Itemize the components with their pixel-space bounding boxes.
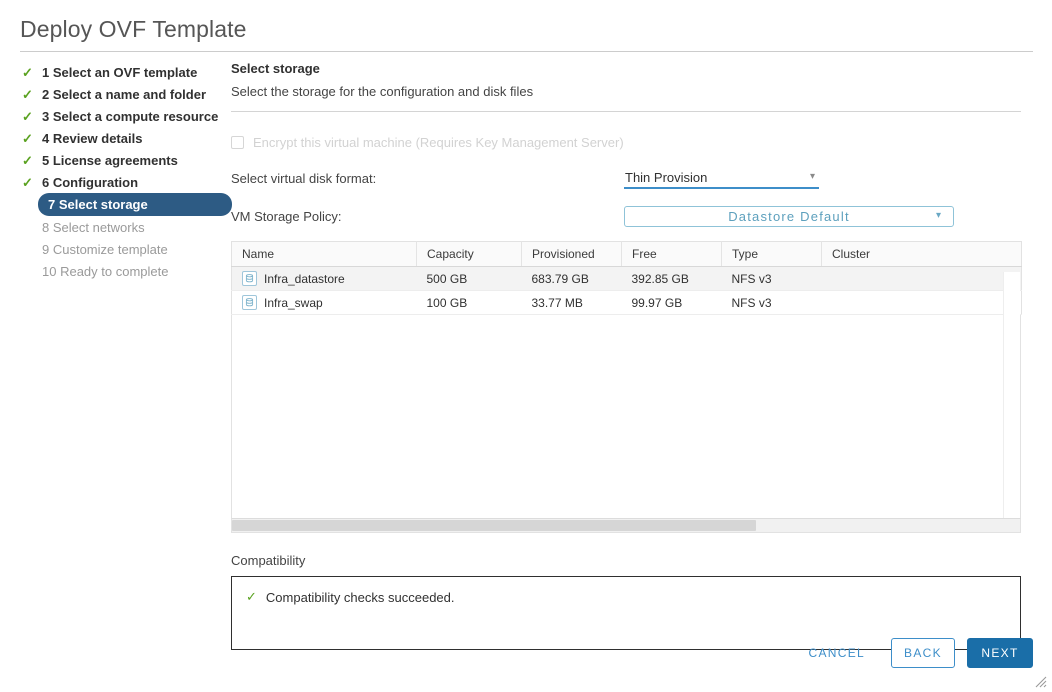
cell-type: NFS v3 bbox=[721, 266, 822, 291]
storage-policy-row: VM Storage Policy: Datastore Default ▾ bbox=[231, 205, 1033, 227]
chevron-down-icon: ▾ bbox=[809, 171, 815, 182]
column-header-provisioned[interactable]: Provisioned bbox=[521, 241, 622, 267]
sidebar-item-select-name-folder[interactable]: ✓ 2 Select a name and folder bbox=[20, 83, 220, 105]
table-horizontal-scrollbar[interactable] bbox=[231, 518, 1021, 533]
cell-free: 392.85 GB bbox=[621, 266, 722, 291]
disk-format-value: Thin Provision bbox=[625, 169, 708, 185]
pane-title: Select storage bbox=[231, 61, 320, 76]
table-empty-area bbox=[231, 315, 1021, 518]
disk-format-select[interactable]: Thin Provision ▾ bbox=[624, 168, 819, 189]
storage-policy-select[interactable]: Datastore Default ▾ bbox=[624, 205, 954, 227]
cell-cluster bbox=[821, 290, 1022, 315]
sidebar-item-configuration[interactable]: ✓ 6 Configuration bbox=[20, 171, 220, 193]
main-content: Select storage Select the storage for th… bbox=[231, 61, 1033, 650]
resize-grip-icon[interactable] bbox=[1033, 674, 1047, 688]
cell-name: Infra_datastore bbox=[231, 266, 417, 291]
check-icon: ✓ bbox=[22, 174, 33, 190]
column-header-free[interactable]: Free bbox=[621, 241, 722, 267]
encrypt-vm-label: Encrypt this virtual machine (Requires K… bbox=[253, 134, 624, 150]
datastore-name: Infra_swap bbox=[264, 295, 323, 310]
compatibility-message: Compatibility checks succeeded. bbox=[265, 589, 455, 605]
pane-divider bbox=[231, 111, 1021, 112]
column-header-capacity[interactable]: Capacity bbox=[416, 241, 522, 267]
check-icon: ✓ bbox=[22, 108, 33, 124]
sidebar-item-customize-template[interactable]: 9 Customize template bbox=[20, 238, 220, 260]
cell-cluster bbox=[821, 266, 1022, 291]
sidebar-item-license-agreements[interactable]: ✓ 5 License agreements bbox=[20, 149, 220, 171]
encrypt-vm-row[interactable]: Encrypt this virtual machine (Requires K… bbox=[231, 133, 1033, 151]
table-row[interactable]: Infra_swap 100 GB 33.77 MB 99.97 GB NFS … bbox=[231, 290, 1022, 315]
sidebar-item-select-compute-resource[interactable]: ✓ 3 Select a compute resource bbox=[20, 105, 220, 127]
disk-format-label: Select virtual disk format: bbox=[231, 170, 377, 186]
cell-free: 99.97 GB bbox=[621, 290, 722, 315]
datastore-table: Name Capacity Provisioned Free Type Clus… bbox=[231, 241, 1022, 315]
table-header-row: Name Capacity Provisioned Free Type Clus… bbox=[231, 241, 1022, 267]
chevron-down-icon: ▾ bbox=[935, 209, 941, 221]
sidebar-item-select-networks[interactable]: 8 Select networks bbox=[20, 216, 220, 238]
cell-capacity: 500 GB bbox=[416, 266, 522, 291]
sidebar-item-review-details[interactable]: ✓ 4 Review details bbox=[20, 127, 220, 149]
cell-type: NFS v3 bbox=[721, 290, 822, 315]
pane-subtitle: Select the storage for the configuration… bbox=[231, 84, 534, 99]
check-icon: ✓ bbox=[22, 86, 33, 102]
check-icon: ✓ bbox=[22, 152, 33, 168]
cell-provisioned: 33.77 MB bbox=[521, 290, 622, 315]
datastore-name: Infra_datastore bbox=[264, 271, 345, 286]
sidebar-item-select-storage[interactable]: 7 Select storage bbox=[38, 193, 232, 216]
step-label: 6 Configuration bbox=[42, 174, 139, 190]
datastore-icon bbox=[242, 271, 257, 286]
step-label: 5 License agreements bbox=[42, 152, 178, 168]
encrypt-vm-checkbox[interactable] bbox=[231, 135, 244, 149]
datastore-table-wrapper: Name Capacity Provisioned Free Type Clus… bbox=[231, 241, 1022, 533]
title-divider bbox=[20, 51, 1033, 52]
step-label: 8 Select networks bbox=[42, 219, 145, 235]
table-vertical-scrollbar[interactable] bbox=[1003, 272, 1020, 526]
check-icon: ✓ bbox=[246, 589, 257, 604]
wizard-footer: CANCEL BACK NEXT bbox=[799, 638, 1033, 668]
check-icon: ✓ bbox=[22, 130, 33, 146]
column-header-name[interactable]: Name bbox=[231, 241, 417, 267]
step-label: 10 Ready to complete bbox=[42, 263, 169, 279]
wizard-step-list: ✓ 1 Select an OVF template ✓ 2 Select a … bbox=[20, 61, 232, 282]
storage-policy-value: Datastore Default bbox=[728, 208, 850, 224]
cell-name: Infra_swap bbox=[231, 290, 417, 315]
step-label: 1 Select an OVF template bbox=[42, 64, 198, 80]
step-label: 3 Select a compute resource bbox=[42, 108, 219, 124]
check-icon: ✓ bbox=[22, 64, 33, 80]
column-header-type[interactable]: Type bbox=[721, 241, 822, 267]
sidebar-item-ready-to-complete[interactable]: 10 Ready to complete bbox=[20, 260, 220, 282]
horizontal-scrollbar-thumb[interactable] bbox=[232, 520, 756, 531]
column-header-cluster[interactable]: Cluster bbox=[821, 241, 1022, 267]
sidebar-item-select-ovf-template[interactable]: ✓ 1 Select an OVF template bbox=[20, 61, 220, 83]
step-label: 4 Review details bbox=[42, 130, 143, 146]
back-button[interactable]: BACK bbox=[891, 638, 955, 668]
next-button[interactable]: NEXT bbox=[967, 638, 1033, 668]
step-label: 2 Select a name and folder bbox=[42, 86, 207, 102]
storage-policy-label: VM Storage Policy: bbox=[231, 208, 342, 224]
cell-provisioned: 683.79 GB bbox=[521, 266, 622, 291]
disk-format-row: Select virtual disk format: Thin Provisi… bbox=[231, 167, 1033, 189]
cell-capacity: 100 GB bbox=[416, 290, 522, 315]
cancel-button[interactable]: CANCEL bbox=[799, 640, 875, 666]
datastore-icon bbox=[242, 295, 257, 310]
step-label: 7 Select storage bbox=[48, 197, 148, 212]
table-row[interactable]: Infra_datastore 500 GB 683.79 GB 392.85 … bbox=[231, 266, 1022, 291]
page-title: Deploy OVF Template bbox=[20, 16, 247, 42]
compatibility-label: Compatibility bbox=[231, 553, 306, 568]
step-label: 9 Customize template bbox=[42, 241, 168, 257]
